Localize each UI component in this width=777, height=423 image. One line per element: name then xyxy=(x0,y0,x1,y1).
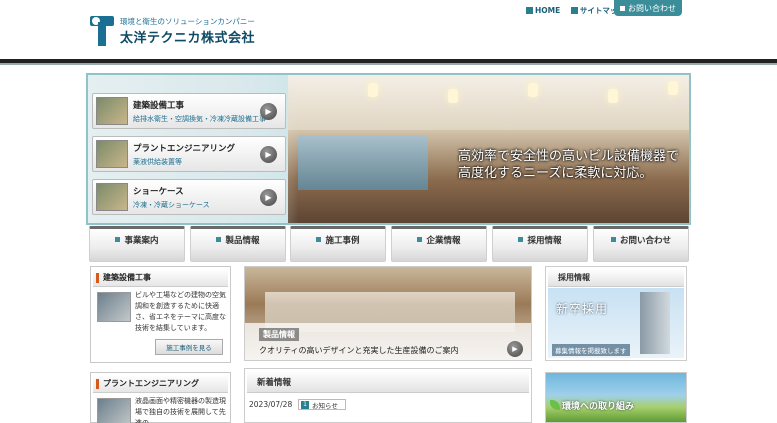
category-thumbnail xyxy=(96,97,128,125)
environment-banner[interactable]: 環境への取り組み xyxy=(545,372,687,423)
news-badge-label: お知らせ xyxy=(312,401,338,410)
category-plant-button[interactable]: プラントエンジニアリング 薬液供給装置等 ▶ xyxy=(92,136,286,172)
recruit-box: 採用情報 新卒採用 募集情報を掲載致します xyxy=(545,266,687,361)
square-bullet-icon xyxy=(216,237,222,242)
arrow-right-icon: ▶ xyxy=(260,189,277,206)
hero-message: 高効率で安全性の高いビル設備機器で 高度化するニーズに柔軟に対応。 xyxy=(458,148,679,182)
plant-engineering-image xyxy=(97,398,131,423)
square-bullet-icon xyxy=(417,237,423,242)
news-badge-number: 1 xyxy=(301,400,309,409)
square-bullet-icon xyxy=(316,237,322,242)
nav-label: 事業案内 xyxy=(124,236,159,246)
nav-label: 施工事例 xyxy=(325,236,360,246)
category-building-button[interactable]: 建築設備工事 給排水衛生・空調換気・冷凍冷蔵設備工事 ▶ xyxy=(92,93,286,129)
plant-engineering-box: プラントエンジニアリング 液晶画面や精密機器の製造現場で独自の技術を展開して先進… xyxy=(90,372,231,423)
company-logo[interactable]: 環境と衛生のソリューションカンパニー 太洋テクニカ株式会社 xyxy=(90,14,255,50)
new-graduate-title: 新卒採用 xyxy=(556,302,609,316)
new-graduate-banner[interactable]: 新卒採用 募集情報を掲載致します xyxy=(548,288,684,358)
arrow-right-icon: ▶ xyxy=(507,341,523,357)
category-thumbnail xyxy=(96,183,128,211)
nav-products[interactable]: 製品情報 xyxy=(190,226,286,262)
product-info-banner[interactable]: 製品情報 クオリティの高いデザインと充実した生産設備のご案内 ▶ xyxy=(244,266,532,361)
nav-company[interactable]: 企業情報 xyxy=(391,226,487,262)
product-description: クオリティの高いデザインと充実した生産設備のご案内 xyxy=(259,346,459,355)
square-bullet-icon xyxy=(115,237,121,242)
news-category-badge: 1 お知らせ xyxy=(298,399,346,410)
news-date: 2023/07/28 xyxy=(249,400,293,409)
category-subtitle: 冷凍・冷蔵ショーケース xyxy=(133,201,210,209)
hero-banner: 高効率で安全性の高いビル設備機器で 高度化するニーズに柔軟に対応。 建築設備工事… xyxy=(86,73,691,225)
box-heading: 建築設備工事 xyxy=(93,269,228,287)
building-image xyxy=(640,292,670,354)
square-bullet-icon xyxy=(620,5,625,11)
category-subtitle: 薬液供給装置等 xyxy=(133,158,182,166)
view-works-button[interactable]: 施工事例を見る xyxy=(155,339,223,355)
category-title: ショーケース xyxy=(133,187,184,197)
recruit-info-link: 募集情報を掲載致します xyxy=(552,344,630,356)
nav-label: 採用情報 xyxy=(527,236,562,246)
arrow-right-icon: ▶ xyxy=(260,146,277,163)
leaf-icon xyxy=(550,400,560,410)
header-divider-line xyxy=(0,63,777,65)
logo-company-name: 太洋テクニカ株式会社 xyxy=(120,31,256,46)
plant-engineering-text: 液晶画面や精密機器の製造現場で独自の技術を展開して先進の xyxy=(135,397,226,423)
product-title: 製品情報 xyxy=(259,328,299,341)
environment-title: 環境への取り組み xyxy=(562,402,635,412)
contact-tab-button[interactable]: お問い合わせ xyxy=(614,0,682,16)
nav-recruit[interactable]: 採用情報 xyxy=(492,226,588,262)
recruit-heading: 採用情報 xyxy=(548,269,684,287)
logo-tagline: 環境と衛生のソリューションカンパニー xyxy=(120,17,255,26)
home-link[interactable]: HOME xyxy=(526,6,560,15)
category-thumbnail xyxy=(96,140,128,168)
news-box: 新着情報 2023/07/28 1 お知らせ xyxy=(244,368,532,423)
arrow-right-icon: ▶ xyxy=(260,103,277,120)
nav-contact[interactable]: お問い合わせ xyxy=(593,226,689,262)
category-showcase-button[interactable]: ショーケース 冷凍・冷蔵ショーケース ▶ xyxy=(92,179,286,215)
main-nav: 事業案内 製品情報 施工事例 企業情報 採用情報 お問い合わせ xyxy=(86,226,691,262)
square-bullet-icon xyxy=(610,237,616,242)
contact-tab-label: お問い合わせ xyxy=(628,3,676,13)
news-heading: 新着情報 xyxy=(247,371,529,393)
category-title: プラントエンジニアリング xyxy=(133,144,236,154)
nav-business[interactable]: 事業案内 xyxy=(89,226,185,262)
box-heading: プラントエンジニアリング xyxy=(93,375,228,393)
hero-message-line2: 高度化するニーズに柔軟に対応。 xyxy=(458,166,653,181)
category-subtitle: 給排水衛生・空調換気・冷凍冷蔵設備工事 xyxy=(133,115,266,123)
nav-label: お問い合わせ xyxy=(619,236,671,246)
square-bullet-icon xyxy=(518,237,524,242)
building-works-text: ビルや工場などの建物の空気調和を創造するために快適さ、省エネをテーマに高度な技術… xyxy=(135,291,226,332)
nav-label: 企業情報 xyxy=(426,236,461,246)
category-title: 建築設備工事 xyxy=(133,101,185,111)
building-works-image xyxy=(97,292,131,322)
square-bullet-icon xyxy=(526,7,533,14)
home-link-label: HOME xyxy=(535,6,561,15)
building-works-box: 建築設備工事 ビルや工場などの建物の空気調和を創造するために快適さ、省エネをテー… xyxy=(90,266,231,363)
square-bullet-icon xyxy=(570,7,578,14)
nav-works[interactable]: 施工事例 xyxy=(290,226,386,262)
nav-label: 製品情報 xyxy=(225,236,260,246)
hero-message-line1: 高効率で安全性の高いビル設備機器で xyxy=(458,149,680,164)
logo-mark-icon xyxy=(90,16,114,46)
